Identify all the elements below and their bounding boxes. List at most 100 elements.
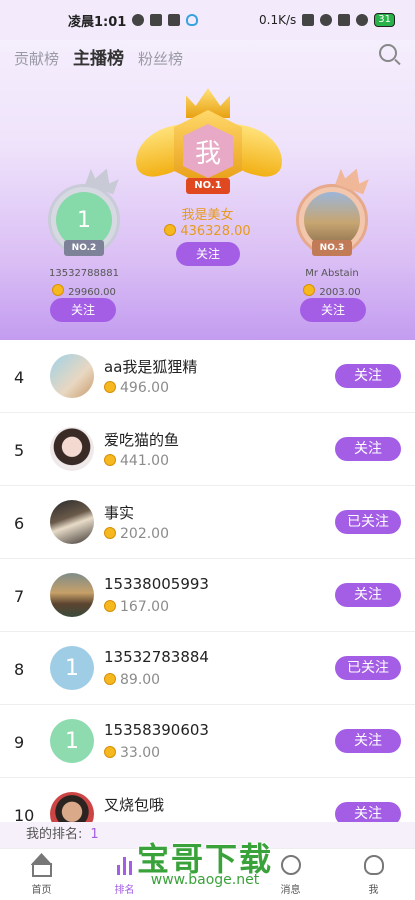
bottom-tab-bar: 首页 排名 消息 我 xyxy=(0,848,415,900)
wifi-icon xyxy=(356,14,369,26)
search-icon[interactable] xyxy=(379,44,397,62)
coin-icon xyxy=(164,224,177,236)
tab-contribution[interactable]: 贡献榜 xyxy=(14,48,59,69)
tab-label: 消息 xyxy=(280,885,301,896)
user-name: 15338005993 xyxy=(104,575,209,593)
first-score: 436328.00 xyxy=(180,224,251,239)
status-right: 0.1K/s 31 xyxy=(259,13,395,27)
user-score-line: 167.00 xyxy=(104,599,169,615)
rank-number: 7 xyxy=(14,587,25,606)
first-follow-button[interactable]: 关注 xyxy=(176,242,240,266)
coin-icon xyxy=(52,284,65,296)
message-icon xyxy=(280,855,301,875)
user-score: 496.00 xyxy=(120,380,169,396)
list-item[interactable]: 6 事实 202.00 已关注 xyxy=(0,486,415,559)
tab-anchor[interactable]: 主播榜 xyxy=(73,44,124,69)
ranking-icon xyxy=(115,855,135,875)
followed-button[interactable]: 已关注 xyxy=(335,656,401,680)
coin-icon xyxy=(303,284,316,296)
coin-icon xyxy=(104,673,116,685)
mute-icon xyxy=(302,14,315,26)
ranking-page: 凌晨1:01 0.1K/s 31 贡献榜 主播榜 粉丝榜 我 NO.1 我是美女… xyxy=(0,0,415,900)
rank-number: 4 xyxy=(14,368,25,387)
list-item[interactable]: 7 15338005993 167.00 关注 xyxy=(0,559,415,632)
first-badge: NO.1 xyxy=(186,178,230,194)
follow-button[interactable]: 关注 xyxy=(335,729,401,753)
follow-button[interactable]: 关注 xyxy=(335,364,401,388)
battery-icon: 31 xyxy=(374,13,395,27)
follow-button[interactable]: 关注 xyxy=(335,583,401,607)
avatar[interactable]: 1 xyxy=(50,646,94,690)
rank-number: 9 xyxy=(14,733,25,752)
status-bar: 凌晨1:01 0.1K/s 31 xyxy=(0,0,415,40)
coin-icon xyxy=(104,746,116,758)
my-rank-label: 我的排名: xyxy=(26,827,83,842)
tab-label: 我 xyxy=(368,885,379,896)
follow-button[interactable]: 关注 xyxy=(335,437,401,461)
avatar[interactable]: 1 xyxy=(50,719,94,763)
list-item[interactable]: 5 爱吃猫的鱼 441.00 关注 xyxy=(0,413,415,486)
tab-fans[interactable]: 粉丝榜 xyxy=(138,48,183,69)
second-name: 13532788881 xyxy=(49,268,119,279)
status-left: 凌晨1:01 xyxy=(68,11,199,30)
profile-icon xyxy=(363,855,384,875)
list-item[interactable]: 4 aa我是狐狸精 496.00 关注 xyxy=(0,340,415,413)
security-icon xyxy=(150,14,163,26)
user-score: 89.00 xyxy=(120,672,161,688)
ranking-tabs: 贡献榜 主播榜 粉丝榜 xyxy=(14,44,183,69)
followed-button[interactable]: 已关注 xyxy=(335,510,401,534)
coin-icon xyxy=(104,381,116,393)
coin-icon xyxy=(104,600,116,612)
rank-number: 6 xyxy=(14,514,25,533)
user-name: 13532783884 xyxy=(104,648,209,666)
second-badge: NO.2 xyxy=(64,240,104,256)
user-name: 事实 xyxy=(104,504,135,522)
rank-number: 8 xyxy=(14,660,25,679)
tab-home[interactable]: 首页 xyxy=(0,849,83,900)
coin-icon xyxy=(104,454,116,466)
tab-ranking[interactable]: 排名 xyxy=(83,849,166,900)
status-time: 凌晨1:01 xyxy=(68,14,127,30)
third-score-line: 2003.00 xyxy=(276,284,388,298)
my-rank-bar: 我的排名: 1 xyxy=(0,822,415,848)
network-speed: 0.1K/s xyxy=(259,13,297,27)
list-item[interactable]: 9 1 15358390603 33.00 关注 xyxy=(0,705,415,778)
tab-label: 首页 xyxy=(31,885,52,896)
download-icon xyxy=(168,14,181,26)
user-score: 202.00 xyxy=(120,526,169,542)
user-score: 33.00 xyxy=(120,745,161,761)
user-score-line: 33.00 xyxy=(104,745,160,761)
second-score: 29960.00 xyxy=(68,287,116,298)
avatar[interactable] xyxy=(50,354,94,398)
home-icon xyxy=(31,863,52,877)
user-name: 15358390603 xyxy=(104,721,209,739)
user-score: 441.00 xyxy=(120,453,169,469)
third-follow-button[interactable]: 关注 xyxy=(300,298,366,322)
third-badge: NO.3 xyxy=(312,240,352,256)
tab-label: 排名 xyxy=(114,885,135,896)
rank-number: 5 xyxy=(14,441,25,460)
third-score: 2003.00 xyxy=(319,287,361,298)
user-score-line: 89.00 xyxy=(104,672,160,688)
user-name: aa我是狐狸精 xyxy=(104,358,198,376)
tab-center[interactable] xyxy=(166,849,249,900)
list-item[interactable]: 8 1 13532783884 89.00 已关注 xyxy=(0,632,415,705)
my-rank-value: 1 xyxy=(90,827,99,842)
shield-icon xyxy=(132,14,145,26)
coin-icon xyxy=(104,527,116,539)
third-name: Mr Abstain xyxy=(305,268,359,279)
second-follow-button[interactable]: 关注 xyxy=(50,298,116,322)
avatar[interactable] xyxy=(50,573,94,617)
signal-icon xyxy=(338,14,351,26)
qq-icon xyxy=(186,14,199,26)
avatar[interactable] xyxy=(50,500,94,544)
tab-messages[interactable]: 消息 xyxy=(249,849,332,900)
user-score-line: 202.00 xyxy=(104,526,169,542)
user-score: 167.00 xyxy=(120,599,169,615)
user-score-line: 496.00 xyxy=(104,380,169,396)
ranking-list: 4 aa我是狐狸精 496.00 关注 5 爱吃猫的鱼 441.00 关注 6 … xyxy=(0,340,415,851)
tab-me[interactable]: 我 xyxy=(332,849,415,900)
user-score-line: 441.00 xyxy=(104,453,169,469)
user-name: 叉烧包哦 xyxy=(104,796,165,814)
avatar[interactable] xyxy=(50,427,94,471)
